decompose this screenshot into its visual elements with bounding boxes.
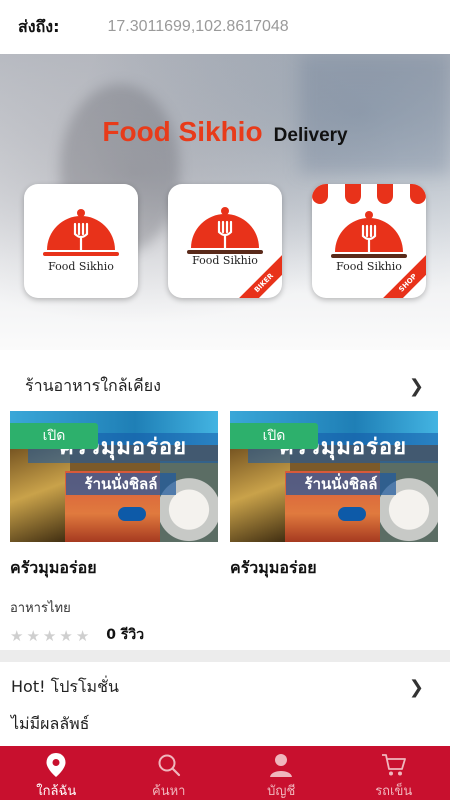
biker-app-button[interactable]: Food Sikhio BIKER xyxy=(168,184,282,298)
search-icon xyxy=(158,754,180,777)
restaurant-name: ครัวมุมอร่อย xyxy=(10,558,97,577)
hero-background-blur xyxy=(300,54,450,174)
restaurant-category: อาหารไทย xyxy=(10,601,71,616)
brand-tagline: Delivery xyxy=(273,125,348,146)
app-shortcuts: Food Sikhio Food Sikhio BIKER Food Sikhi… xyxy=(0,184,450,300)
star-icon: ★ xyxy=(75,626,90,645)
restaurant-banner-subtitle: ร้านนั่งชิลล์ xyxy=(66,473,176,495)
customer-app-button[interactable]: Food Sikhio xyxy=(24,184,138,298)
review-count: 0 รีวิว xyxy=(106,627,145,643)
shop-app-button[interactable]: Food Sikhio SHOP xyxy=(312,184,426,298)
chevron-right-icon[interactable]: ❯ xyxy=(409,376,424,397)
nearby-restaurants-header[interactable]: ร้านอาหารใกล้เคียง ❯ xyxy=(0,366,450,406)
open-status-badge: เปิด xyxy=(230,423,318,449)
nav-nearby[interactable]: ใกล้ฉัน xyxy=(0,746,113,800)
food-cloche-icon xyxy=(43,209,119,256)
restaurant-name: ครัวมุมอร่อย xyxy=(230,558,317,577)
section-divider xyxy=(0,650,450,662)
app-label: Food Sikhio xyxy=(192,254,258,267)
restaurant-image: ครัวมุมอร่อย ร้านนั่งชิลล์ เปิด xyxy=(10,411,218,542)
nav-cart[interactable]: รถเข็น xyxy=(338,746,450,800)
restaurant-card[interactable]: ครัวมุมอร่อย ร้านนั่งชิลล์ เปิด ครัวมุมอ… xyxy=(10,411,218,646)
nav-account[interactable]: บัญชี xyxy=(225,746,338,800)
star-icon: ★ xyxy=(42,626,57,645)
hero-banner: Food Sikhio Delivery Food Sikhio Food Si… xyxy=(0,54,450,350)
empty-results-text: ไม่มีผลลัพธ์ xyxy=(11,714,90,733)
delivery-coordinates: 17.3011699,102.8617048 xyxy=(107,18,289,35)
star-rating: ★ ★ ★ ★ ★ xyxy=(10,626,92,645)
restaurant-card[interactable]: ครัวมุมอร่อย ร้านนั่งชิลล์ เปิด ครัวมุมอ… xyxy=(230,411,438,581)
deliver-to-label: ส่งถึง: xyxy=(18,16,60,36)
restaurant-banner-subtitle: ร้านนั่งชิลล์ xyxy=(286,473,396,495)
nav-label: ใกล้ฉัน xyxy=(36,784,77,799)
nav-label: รถเข็น xyxy=(375,784,413,799)
location-pin-icon xyxy=(46,753,66,777)
app-screen: ส่งถึง: 17.3011699,102.8617048 Food Sikh… xyxy=(0,0,450,800)
nav-label: ค้นหา xyxy=(152,784,186,799)
bottom-navigation: ใกล้ฉัน ค้นหา บัญชี รถเข็น xyxy=(0,746,450,800)
section-title: ร้านอาหารใกล้เคียง xyxy=(25,375,161,395)
nav-label: บัญชี xyxy=(267,784,296,799)
star-icon: ★ xyxy=(10,626,24,645)
star-icon: ★ xyxy=(26,626,40,645)
chevron-right-icon[interactable]: ❯ xyxy=(409,677,424,698)
restaurant-image: ครัวมุมอร่อย ร้านนั่งชิลล์ เปิด xyxy=(230,411,438,542)
app-label: Food Sikhio xyxy=(48,260,114,273)
shop-awning-icon xyxy=(312,184,426,204)
nav-search[interactable]: ค้นหา xyxy=(113,746,226,800)
section-title: Hot! โปรโมชั่น xyxy=(11,676,119,696)
cart-icon xyxy=(381,754,406,776)
delivery-location-bar[interactable]: ส่งถึง: 17.3011699,102.8617048 xyxy=(0,0,450,54)
food-cloche-icon xyxy=(331,211,407,258)
promotions-header[interactable]: Hot! โปรโมชั่น ❯ xyxy=(0,667,450,707)
brand-title: Food Sikhio Delivery xyxy=(0,116,450,148)
restaurant-rating: ★ ★ ★ ★ ★ 0 รีวิว xyxy=(10,624,218,646)
user-icon xyxy=(270,754,293,777)
restaurant-list: ครัวมุมอร่อย ร้านนั่งชิลล์ เปิด ครัวมุมอ… xyxy=(10,411,450,645)
brand-name: Food Sikhio xyxy=(102,116,263,147)
open-status-badge: เปิด xyxy=(10,423,98,449)
star-icon: ★ xyxy=(59,626,73,645)
